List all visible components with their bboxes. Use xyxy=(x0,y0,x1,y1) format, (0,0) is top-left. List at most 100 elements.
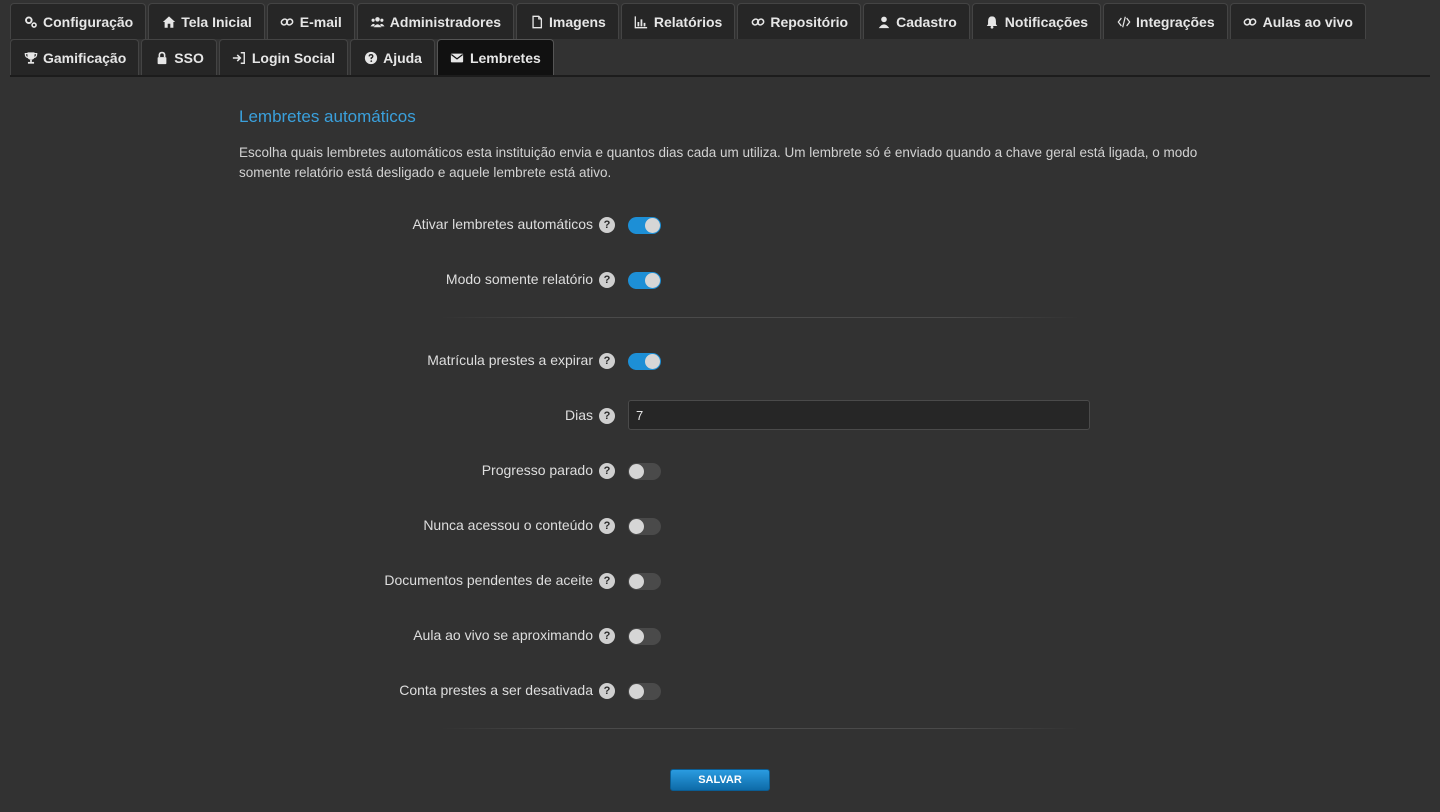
toggle-knob xyxy=(629,629,644,644)
section-description: Escolha quais lembretes automáticos esta… xyxy=(239,145,1198,180)
help-icon[interactable]: ? xyxy=(599,628,615,644)
help-icon[interactable]: ? xyxy=(599,683,615,699)
help-icon[interactable]: ? xyxy=(599,573,615,589)
tab-administradores[interactable]: Administradores xyxy=(356,3,515,39)
setting-report-only: Modo somente relatório ? xyxy=(0,268,1440,292)
section-title: Lembretes automáticos xyxy=(239,107,416,126)
tab-login-social[interactable]: Login Social xyxy=(218,39,349,75)
toggle-knob xyxy=(645,218,660,233)
setting-label: Nunca acessou o conteúdo xyxy=(423,517,593,533)
tab-label: Aulas ao vivo xyxy=(1262,13,1353,30)
setting-days: Dias ? xyxy=(0,400,1440,430)
tab-label: Repositório xyxy=(770,13,849,30)
divider xyxy=(440,728,1080,729)
setting-label: Progresso parado xyxy=(481,462,593,478)
divider xyxy=(440,317,1080,318)
tab-imagens[interactable]: Imagens xyxy=(516,3,619,39)
tab-lembretes[interactable]: Lembretes xyxy=(436,39,554,75)
tab-notificacoes[interactable]: Notificações xyxy=(971,3,1102,39)
question-circle-icon xyxy=(363,50,378,65)
tab-relatorios[interactable]: Relatórios xyxy=(620,3,736,39)
setting-label: Ativar lembretes automáticos xyxy=(412,216,593,232)
live-class-toggle[interactable] xyxy=(628,628,661,645)
tab-ajuda[interactable]: Ajuda xyxy=(350,39,435,75)
link-icon xyxy=(1243,14,1258,29)
home-icon xyxy=(161,14,176,29)
stalled-progress-toggle[interactable] xyxy=(628,463,661,480)
setting-label: Aula ao vivo se aproximando xyxy=(413,627,593,643)
account-deactivation-toggle[interactable] xyxy=(628,683,661,700)
enable-reminders-toggle[interactable] xyxy=(628,217,661,234)
tab-email[interactable]: E-mail xyxy=(266,3,355,39)
tab-label: Lembretes xyxy=(469,49,541,66)
tab-label: Tela Inicial xyxy=(181,13,252,30)
tab-label: SSO xyxy=(174,49,204,66)
tab-label: Imagens xyxy=(549,13,606,30)
never-accessed-toggle[interactable] xyxy=(628,518,661,535)
tab-repositorio[interactable]: Repositório xyxy=(737,3,862,39)
bell-icon xyxy=(985,14,1000,29)
setting-label: Documentos pendentes de aceite xyxy=(384,572,593,588)
toggle-knob xyxy=(629,519,644,534)
code-icon xyxy=(1116,14,1131,29)
tab-integracoes[interactable]: Integrações xyxy=(1103,3,1228,39)
users-icon xyxy=(370,14,385,29)
link-icon xyxy=(280,14,295,29)
setting-label: Matrícula prestes a expirar xyxy=(427,352,593,368)
tab-row-2: Gamificação SSO Login Social Ajuda Lembr… xyxy=(10,39,1430,75)
toggle-knob xyxy=(629,464,644,479)
tab-label: Relatórios xyxy=(653,13,723,30)
tab-label: Notificações xyxy=(1004,13,1089,30)
tab-label: Integrações xyxy=(1136,13,1215,30)
tab-label: Cadastro xyxy=(896,13,957,30)
tab-aulas-ao-vivo[interactable]: Aulas ao vivo xyxy=(1229,3,1366,39)
cogs-icon xyxy=(23,14,38,29)
help-icon[interactable]: ? xyxy=(599,408,615,424)
pending-documents-toggle[interactable] xyxy=(628,573,661,590)
link-icon xyxy=(750,14,765,29)
help-icon[interactable]: ? xyxy=(599,217,615,233)
toggle-knob xyxy=(629,684,644,699)
bar-chart-icon xyxy=(634,14,649,29)
tab-row-1: Configuração Tela Inicial E-mail Adminis… xyxy=(10,3,1430,39)
tab-label: Administradores xyxy=(389,13,502,30)
settings-tabs: Configuração Tela Inicial E-mail Adminis… xyxy=(10,3,1430,77)
tab-configuracao[interactable]: Configuração xyxy=(10,3,147,39)
user-icon xyxy=(876,14,891,29)
days-input[interactable] xyxy=(628,400,1090,430)
lock-icon xyxy=(154,50,169,65)
help-icon[interactable]: ? xyxy=(599,353,615,369)
setting-enrollment-expiring: Matrícula prestes a expirar ? xyxy=(0,349,1440,373)
sign-in-icon xyxy=(232,50,247,65)
setting-label: Conta prestes a ser desativada xyxy=(399,682,593,698)
setting-account-deactivation: Conta prestes a ser desativada ? xyxy=(0,679,1440,703)
toggle-knob xyxy=(645,273,660,288)
setting-stalled-progress: Progresso parado ? xyxy=(0,459,1440,483)
tab-label: Gamificação xyxy=(43,49,127,66)
help-icon[interactable]: ? xyxy=(599,272,615,288)
tab-tela-inicial[interactable]: Tela Inicial xyxy=(148,3,265,39)
file-icon xyxy=(529,14,544,29)
report-only-toggle[interactable] xyxy=(628,272,661,289)
save-button[interactable]: SALVAR xyxy=(670,769,770,791)
setting-enable-reminders: Ativar lembretes automáticos ? xyxy=(0,213,1440,237)
setting-label: Modo somente relatório xyxy=(445,271,593,287)
setting-pending-documents: Documentos pendentes de aceite ? xyxy=(0,569,1440,593)
setting-label: Dias xyxy=(564,407,593,423)
help-icon[interactable]: ? xyxy=(599,463,615,479)
tab-label: Ajuda xyxy=(383,49,422,66)
tab-label: E-mail xyxy=(299,13,342,30)
trophy-icon xyxy=(23,50,38,65)
help-icon[interactable]: ? xyxy=(599,518,615,534)
toggle-knob xyxy=(645,354,660,369)
tab-sso[interactable]: SSO xyxy=(141,39,217,75)
setting-live-class: Aula ao vivo se aproximando ? xyxy=(0,624,1440,648)
tab-gamificacao[interactable]: Gamificação xyxy=(10,39,140,75)
tab-cadastro[interactable]: Cadastro xyxy=(863,3,970,39)
setting-never-accessed: Nunca acessou o conteúdo ? xyxy=(0,514,1440,538)
tab-label: Configuração xyxy=(43,13,134,30)
enrollment-expiring-toggle[interactable] xyxy=(628,353,661,370)
envelope-icon xyxy=(450,50,465,65)
tab-label: Login Social xyxy=(251,49,336,66)
toggle-knob xyxy=(629,574,644,589)
